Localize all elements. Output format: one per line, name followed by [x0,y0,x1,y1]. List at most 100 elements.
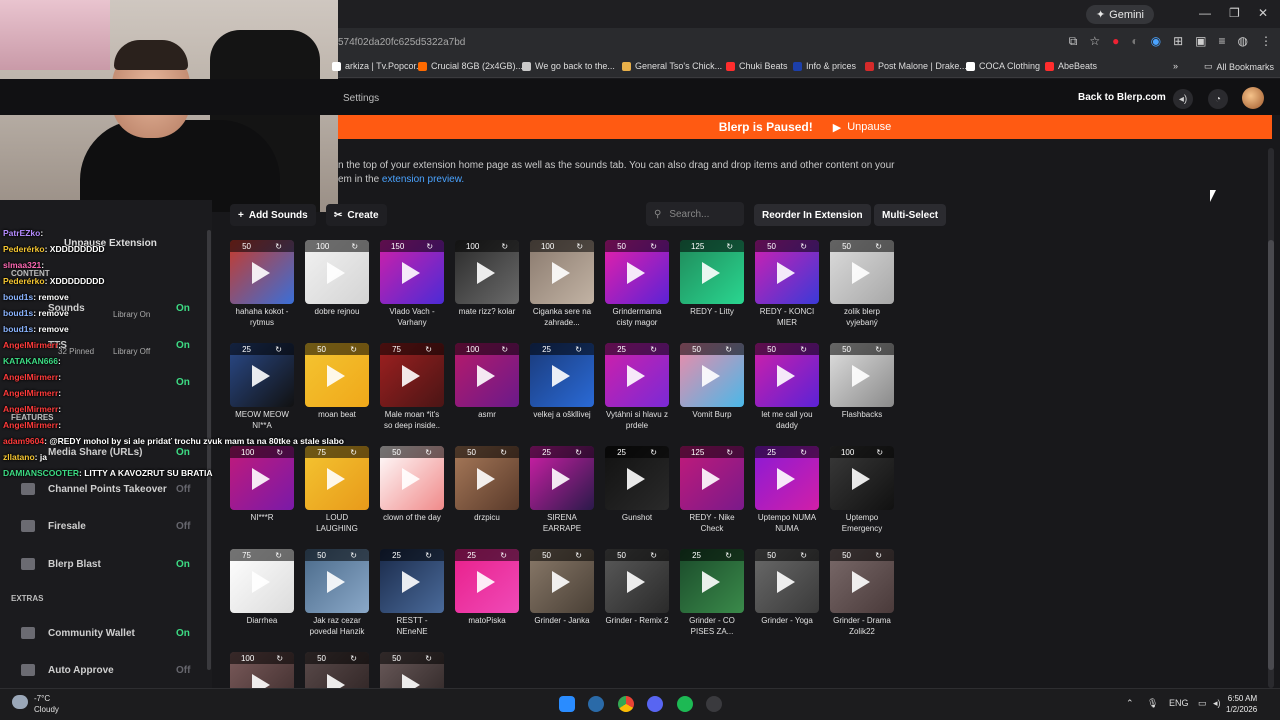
sound-thumbnail[interactable]: 50 ↻ [605,240,669,304]
chat-username[interactable]: DAMIANSCOOTER [3,468,79,478]
sound-card[interactable]: 25 ↻ velkej a oškllivej [530,343,594,431]
refresh-icon[interactable]: ↻ [875,551,882,560]
monitor-icon[interactable]: ▭ [1198,698,1207,709]
star-icon[interactable]: ☆ [1089,34,1100,49]
sound-card[interactable]: 25 ↻ Vytáhni si hlavu z prdele [605,343,669,431]
play-icon[interactable] [327,468,345,490]
refresh-icon[interactable]: ↻ [800,551,807,560]
chat-username[interactable]: boud1s [3,324,33,334]
third-status[interactable]: On [176,377,190,388]
extension-red-icon[interactable]: ● [1112,34,1119,49]
multi-select-button[interactable]: Multi-Select [874,204,947,226]
chat-username[interactable]: Pederérko [3,276,45,286]
refresh-icon[interactable]: ↻ [425,448,432,457]
refresh-icon[interactable]: ↻ [725,551,732,560]
play-icon[interactable] [702,468,720,490]
sound-thumbnail[interactable]: 50 ↻ [830,240,894,304]
play-icon[interactable] [327,571,345,593]
refresh-icon[interactable]: ↻ [350,345,357,354]
refresh-icon[interactable]: ↻ [425,654,432,663]
sound-thumbnail[interactable]: 25 ↻ [530,446,594,510]
play-icon[interactable] [402,571,420,593]
refresh-icon[interactable]: ↻ [501,242,508,251]
refresh-icon[interactable]: ↻ [725,345,732,354]
bookmark-8[interactable]: COCA Clothing [966,61,1040,71]
sound-thumbnail[interactable]: 25 ↻ [755,446,819,510]
bookmark-5[interactable]: Chuki Beats [726,61,788,71]
refresh-icon[interactable]: ↻ [276,654,283,663]
play-icon[interactable] [402,262,420,284]
sound-card[interactable]: 25 ↻ RESTT - NEneNE [380,549,444,637]
sound-card[interactable]: 50 ↻ Grinder - Yoga [755,549,819,637]
sound-card[interactable]: 50 ↻ Vomit Burp [680,343,744,431]
sound-card[interactable]: 25 ↻ SIRENA EARRAPE [530,446,594,534]
menu-icon[interactable]: ⋮ [1260,34,1272,49]
sidebar-item-blerp-blast[interactable]: Blerp Blast On [0,549,206,579]
sound-thumbnail[interactable]: 50 ↻ [755,240,819,304]
sound-thumbnail[interactable]: 50 ↻ [755,343,819,407]
play-icon[interactable] [627,262,645,284]
unpause-button[interactable]: ▶ Unpause [833,121,892,134]
sound-thumbnail[interactable]: 100 ↻ [305,240,369,304]
refresh-icon[interactable]: ↻ [426,242,433,251]
refresh-icon[interactable]: ↻ [425,345,432,354]
bookmark-4[interactable]: General Tso's Chick... [622,61,722,71]
puzzle-icon[interactable]: ⊞ [1173,34,1183,49]
sound-thumbnail[interactable]: 50 ↻ [380,446,444,510]
play-icon[interactable] [402,468,420,490]
community-wallet-status[interactable]: On [176,628,190,639]
chrome-icon[interactable] [618,696,634,712]
bookmark-3[interactable]: We go back to the... [522,61,615,71]
refresh-icon[interactable]: ↻ [501,345,508,354]
gemini-button[interactable]: ✦ Gemini [1085,5,1154,24]
sounds-status[interactable]: On [176,303,190,314]
play-icon[interactable] [477,571,495,593]
sound-thumbnail[interactable]: 50 ↻ [305,549,369,613]
sound-card[interactable]: 50 ↻ REDY - KONCI MIER [755,240,819,328]
play-icon[interactable] [852,571,870,593]
sound-thumbnail[interactable]: 100 ↻ [530,240,594,304]
refresh-icon[interactable]: ↻ [275,345,282,354]
sound-thumbnail[interactable]: 50 ↻ [230,240,294,304]
sound-thumbnail[interactable]: 25 ↻ [605,343,669,407]
chat-username[interactable]: AngelMirmerr [3,388,58,398]
weather-widget[interactable]: -7°C Cloudy [34,693,59,715]
sound-thumbnail[interactable]: 100 ↻ [455,240,519,304]
play-icon[interactable] [252,262,270,284]
sound-thumbnail[interactable]: 25 ↻ [530,343,594,407]
obs-icon[interactable] [706,696,722,712]
play-icon[interactable] [852,365,870,387]
refresh-icon[interactable]: ↻ [726,242,733,251]
auto-approve-status[interactable]: Off [176,665,190,676]
blerp-blast-status[interactable]: On [176,559,190,570]
refresh-icon[interactable]: ↻ [576,242,583,251]
sound-card[interactable]: 75 ↻ LOUD LAUGHING [305,446,369,534]
sound-card[interactable]: 25 ↻ Grinder - CO PISES ZA... [680,549,744,637]
sidepanel-icon[interactable]: ▣ [1195,34,1206,49]
refresh-icon[interactable]: ↻ [575,551,582,560]
chat-username[interactable]: AngelMirmerr [3,372,58,382]
refresh-icon[interactable]: ↻ [726,448,733,457]
sound-thumbnail[interactable]: 50 ↻ [830,343,894,407]
play-icon[interactable] [252,571,270,593]
refresh-icon[interactable]: ↻ [351,242,358,251]
reorder-button[interactable]: Reorder In Extension [754,204,871,226]
play-icon[interactable] [252,365,270,387]
avatar[interactable] [1242,87,1264,109]
sound-thumbnail[interactable]: 25 ↻ [680,549,744,613]
sound-thumbnail[interactable]: 100 ↻ [230,446,294,510]
sound-card[interactable]: 25 ↻ matoPiska [455,549,519,637]
refresh-icon[interactable]: ↻ [350,448,357,457]
play-icon[interactable] [477,262,495,284]
minimize-icon[interactable]: — [1199,6,1211,20]
sidebar-item-channel-points[interactable]: Channel Points Takeover Off [0,474,206,504]
sound-thumbnail[interactable]: 50 ↻ [305,343,369,407]
page-scrollbar[interactable] [1268,148,1274,688]
sound-card[interactable]: 125 ↻ REDY - Nike Check [680,446,744,534]
chat-username[interactable]: AngelMirmerr [3,340,58,350]
page-scrollbar-thumb[interactable] [1268,240,1274,670]
back-to-blerp-link[interactable]: Back to Blerp.com [1078,92,1166,103]
bookmark-1[interactable]: arkiza | Tv.Popcor... [332,61,424,71]
sound-card[interactable]: 125 ↻ REDY - Litty [680,240,744,328]
sound-card[interactable]: 100 ↻ asmr [455,343,519,431]
